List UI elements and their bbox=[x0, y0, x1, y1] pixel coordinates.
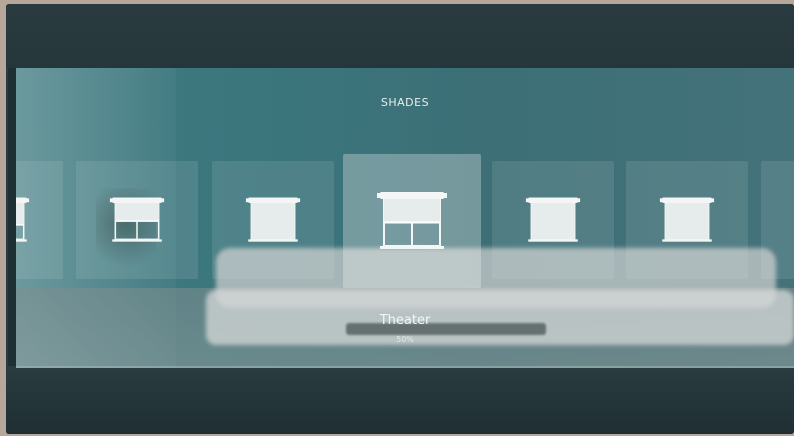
selected-shade-level: 50% bbox=[396, 335, 414, 344]
shade-tile[interactable] bbox=[492, 161, 614, 279]
window-shade-icon bbox=[109, 197, 165, 242]
window-shade-icon bbox=[16, 197, 30, 242]
shades-scene: SHADES Theater 50% bbox=[16, 68, 794, 368]
shade-tile[interactable] bbox=[626, 161, 748, 279]
window-shade-icon bbox=[377, 192, 447, 249]
shade-tile-selected[interactable] bbox=[343, 154, 481, 288]
window-shade-icon bbox=[245, 197, 301, 242]
shade-tile[interactable] bbox=[212, 161, 334, 279]
window-shade-icon bbox=[525, 197, 581, 242]
shade-tile[interactable] bbox=[761, 161, 794, 279]
scene-divider bbox=[16, 366, 794, 368]
window-shade-icon bbox=[659, 197, 715, 242]
tv-screen: SHADES Theater 50% bbox=[6, 4, 794, 434]
bottom-bar bbox=[6, 366, 794, 434]
top-bar bbox=[6, 4, 794, 68]
shade-tile[interactable] bbox=[76, 161, 198, 279]
selected-shade-name: Theater bbox=[379, 313, 431, 328]
shade-tile[interactable] bbox=[16, 161, 63, 279]
